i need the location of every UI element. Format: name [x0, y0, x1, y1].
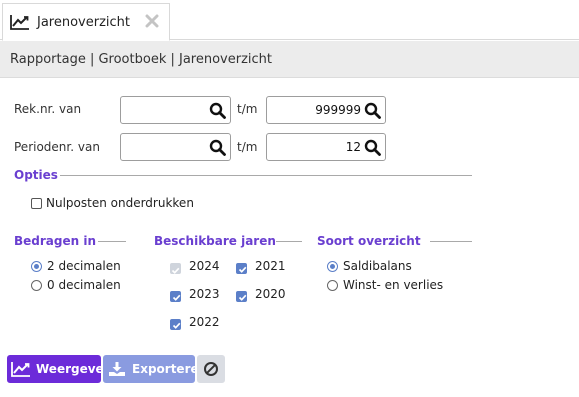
year-checkbox-2024 [170, 263, 181, 274]
periodenr-from-field[interactable] [120, 133, 231, 161]
search-icon[interactable] [364, 139, 381, 156]
soort-title: Soort overzicht [317, 234, 421, 248]
close-icon[interactable] [145, 14, 159, 28]
tab-title: Jarenoverzicht [37, 14, 131, 30]
rek-nr-label: Rek.nr. van [14, 102, 82, 116]
radio-label-winst-en-verlies: Winst- en verlies [343, 278, 444, 292]
year-label-2023: 2023 [189, 287, 220, 301]
rek-nr-from-field[interactable] [120, 96, 231, 124]
breadcrumb: Rapportage | Grootboek | Jarenoverzicht [0, 41, 579, 78]
opties-divider [60, 175, 472, 176]
year-label-2020: 2020 [255, 287, 286, 301]
tab-bar: Jarenoverzicht [0, 0, 579, 41]
search-icon[interactable] [209, 102, 226, 119]
year-checkbox-2023[interactable] [170, 291, 181, 302]
cancel-icon [203, 361, 219, 377]
exporteren-label: Exporteren [132, 362, 208, 376]
cancel-button[interactable] [197, 355, 225, 383]
radio-2-decimalen[interactable] [31, 261, 42, 272]
bedragen-title: Bedragen in [14, 234, 96, 248]
search-icon[interactable] [209, 139, 226, 156]
tm-label: t/m [237, 102, 258, 116]
rek-nr-to-field[interactable] [266, 96, 386, 124]
year-label-2024: 2024 [189, 259, 220, 273]
line-chart-icon [10, 14, 30, 30]
jaren-divider [276, 241, 302, 242]
periodenr-to-field[interactable] [266, 133, 386, 161]
nulposten-checkbox[interactable] [31, 198, 42, 209]
periodenr-label: Periodenr. van [14, 140, 100, 154]
radio-saldibalans[interactable] [327, 261, 338, 272]
soort-divider [430, 241, 472, 242]
radio-0-decimalen[interactable] [31, 280, 42, 291]
weergeven-label: Weergeven [36, 362, 113, 376]
nulposten-label: Nulposten onderdrukken [46, 196, 194, 210]
exporteren-button[interactable]: Exporteren [103, 355, 207, 383]
jaren-title: Beschikbare jaren [154, 234, 276, 248]
weergeven-button[interactable]: Weergeven [7, 355, 112, 383]
radio-label-0-decimalen: 0 decimalen [47, 278, 121, 292]
radio-label-2-decimalen: 2 decimalen [47, 259, 121, 273]
tm-label: t/m [237, 140, 258, 154]
year-checkbox-2020[interactable] [236, 291, 247, 302]
tab-jarenoverzicht[interactable]: Jarenoverzicht [2, 3, 170, 41]
opties-title: Opties [14, 168, 58, 182]
year-checkbox-2022[interactable] [170, 319, 181, 330]
year-checkbox-2021[interactable] [236, 263, 247, 274]
radio-winst-en-verlies[interactable] [327, 280, 338, 291]
year-label-2021: 2021 [255, 259, 286, 273]
line-chart-icon [11, 361, 31, 377]
bedragen-divider [98, 241, 126, 242]
search-icon[interactable] [364, 102, 381, 119]
radio-label-saldibalans: Saldibalans [343, 259, 412, 273]
download-icon [107, 361, 127, 377]
year-label-2022: 2022 [189, 315, 220, 329]
